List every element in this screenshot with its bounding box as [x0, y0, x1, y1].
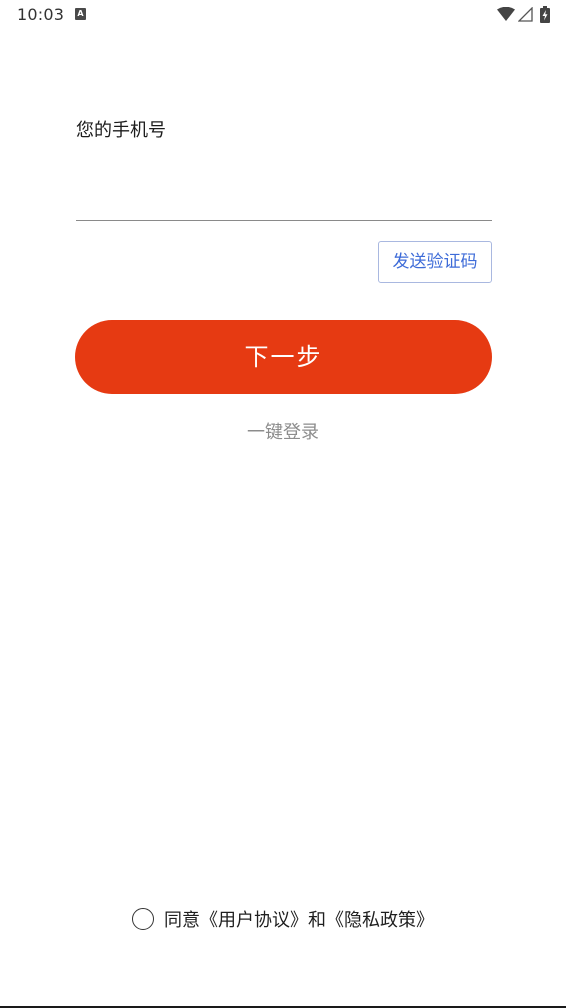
- send-code-button[interactable]: 发送验证码: [378, 241, 492, 283]
- agree-label: 同意: [164, 910, 200, 931]
- next-button[interactable]: 下一步: [75, 320, 492, 394]
- status-bar: 10:03 A: [0, 0, 566, 30]
- signal-icon: [518, 6, 533, 22]
- agree-radio[interactable]: [132, 908, 154, 930]
- wifi-icon: [497, 7, 515, 21]
- one-click-login-label[interactable]: 一键登录: [247, 422, 319, 443]
- agreement-text: 同意《用户协议》和《隐私政策》: [164, 906, 434, 932]
- phone-label: 您的手机号: [76, 120, 166, 141]
- privacy-policy-link[interactable]: 《隐私政策》: [326, 910, 434, 931]
- status-icons: [497, 5, 550, 23]
- status-time: 10:03: [17, 5, 65, 24]
- one-click-login-link[interactable]: 一键登录: [0, 418, 566, 444]
- user-agreement-link[interactable]: 《用户协议》: [200, 910, 308, 931]
- battery-charging-icon: [540, 5, 550, 23]
- keyboard-icon: A: [75, 8, 86, 20]
- agreement-row: 同意《用户协议》和《隐私政策》: [0, 904, 566, 934]
- and-label: 和: [308, 910, 326, 931]
- phone-input[interactable]: [76, 176, 492, 221]
